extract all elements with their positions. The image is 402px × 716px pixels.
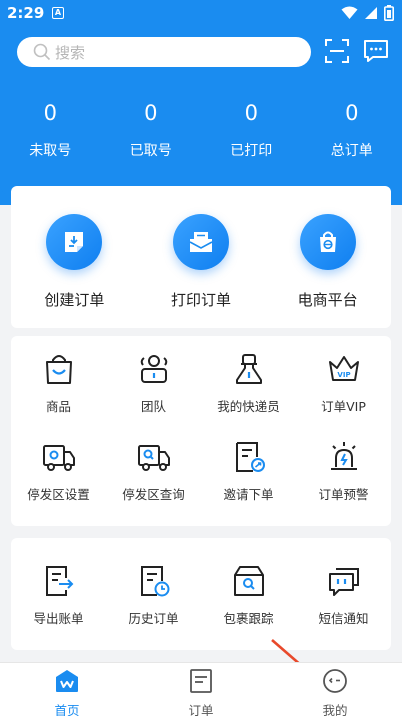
message-icon[interactable] — [363, 38, 389, 64]
features-card: 商品 团队 我的快递员 VIP 订单VIP 停发区设置 停发区查询 邀请下单 订… — [11, 336, 391, 526]
order-vip-button[interactable]: VIP 订单VIP — [296, 350, 391, 438]
team-icon — [140, 355, 167, 383]
stop-zone-settings-button[interactable]: 停发区设置 — [11, 438, 106, 526]
invite-order-button[interactable]: 邀请下单 — [201, 438, 296, 526]
history-orders-label: 历史订单 — [128, 611, 179, 626]
package-track-icon — [233, 566, 264, 596]
stop-zone-query-label: 停发区查询 — [122, 487, 185, 502]
print-order-icon — [189, 232, 213, 252]
export-bill-button[interactable]: 导出账单 — [11, 562, 106, 650]
stop-zone-settings-label: 停发区设置 — [27, 487, 90, 502]
stat-value: 0 — [244, 101, 258, 125]
team-label: 团队 — [140, 399, 166, 414]
my-courier-label: 我的快递员 — [217, 399, 280, 414]
alarm-icon — [330, 442, 357, 470]
search-icon — [33, 43, 51, 61]
ecommerce-label: 电商平台 — [297, 291, 358, 309]
ecommerce-platform-button[interactable]: 电商平台 — [264, 214, 391, 310]
nav-orders[interactable]: 订单 — [134, 663, 268, 716]
nav-home[interactable]: 首页 — [0, 663, 134, 716]
stat-label: 总订单 — [330, 143, 373, 159]
create-order-icon — [65, 232, 84, 252]
courier-icon — [235, 354, 262, 384]
invite-icon — [235, 442, 265, 472]
stat-value: 0 — [144, 101, 158, 125]
sms-icon — [328, 568, 359, 596]
export-icon — [45, 566, 73, 596]
status-bar: 2:29 A — [0, 0, 402, 28]
stat-value: 0 — [345, 101, 359, 125]
stat-label: 已取号 — [129, 143, 172, 159]
status-time: 2:29 — [7, 4, 45, 22]
create-order-label: 创建订单 — [44, 291, 105, 309]
order-alert-label: 订单预警 — [318, 487, 369, 502]
signal-icon — [365, 7, 377, 19]
stat-total[interactable]: 0 总订单 — [302, 98, 402, 160]
nav-orders-label: 订单 — [188, 703, 214, 716]
goods-label: 商品 — [45, 399, 71, 414]
my-courier-button[interactable]: 我的快递员 — [201, 350, 296, 438]
stat-label: 未取号 — [29, 143, 72, 159]
profile-icon — [323, 669, 347, 693]
package-tracking-label: 包裹跟踪 — [223, 611, 274, 626]
create-order-button[interactable]: 创建订单 — [11, 214, 138, 310]
battery-icon — [384, 5, 394, 21]
vip-crown-icon: VIP — [328, 356, 359, 381]
tools-card: 导出账单 历史订单 包裹跟踪 短信通知 — [11, 538, 391, 650]
scan-icon[interactable] — [324, 38, 350, 64]
stat-value: 0 — [43, 101, 57, 125]
stat-numbered[interactable]: 0 已取号 — [101, 98, 202, 160]
bottom-nav: 首页 订单 我的 — [0, 662, 402, 716]
nav-profile-label: 我的 — [322, 703, 348, 716]
history-orders-button[interactable]: 历史订单 — [106, 562, 201, 650]
print-order-button[interactable]: 打印订单 — [138, 214, 265, 310]
stat-printed[interactable]: 0 已打印 — [201, 98, 302, 160]
stat-unnumbered[interactable]: 0 未取号 — [0, 98, 101, 160]
order-alert-button[interactable]: 订单预警 — [296, 438, 391, 526]
goods-button[interactable]: 商品 — [11, 350, 106, 438]
search-input[interactable]: 搜索 — [17, 37, 311, 67]
order-icon — [190, 669, 212, 693]
shopping-bag-icon — [45, 355, 72, 384]
order-stats: 0 未取号 0 已取号 0 已打印 0 总订单 — [0, 98, 402, 160]
team-button[interactable]: 团队 — [106, 350, 201, 438]
order-vip-label: 订单VIP — [321, 399, 366, 414]
main-actions-card: 创建订单 打印订单 电商平台 — [11, 186, 391, 328]
invite-order-label: 邀请下单 — [223, 487, 274, 502]
print-order-label: 打印订单 — [170, 291, 231, 309]
svg-text:VIP: VIP — [337, 371, 350, 379]
export-bill-label: 导出账单 — [33, 611, 84, 626]
nav-profile[interactable]: 我的 — [268, 663, 402, 716]
nav-home-label: 首页 — [54, 703, 80, 716]
stat-label: 已打印 — [230, 143, 273, 159]
ecommerce-icon — [319, 231, 336, 252]
wifi-icon — [341, 6, 358, 19]
home-icon — [55, 670, 78, 692]
history-icon — [140, 566, 169, 597]
truck-search-icon — [137, 445, 170, 471]
stop-zone-query-button[interactable]: 停发区查询 — [106, 438, 201, 526]
sms-notify-label: 短信通知 — [318, 611, 369, 626]
truck-settings-icon — [42, 445, 75, 471]
search-placeholder: 搜索 — [55, 43, 86, 62]
notification-a-icon: A — [52, 7, 64, 19]
